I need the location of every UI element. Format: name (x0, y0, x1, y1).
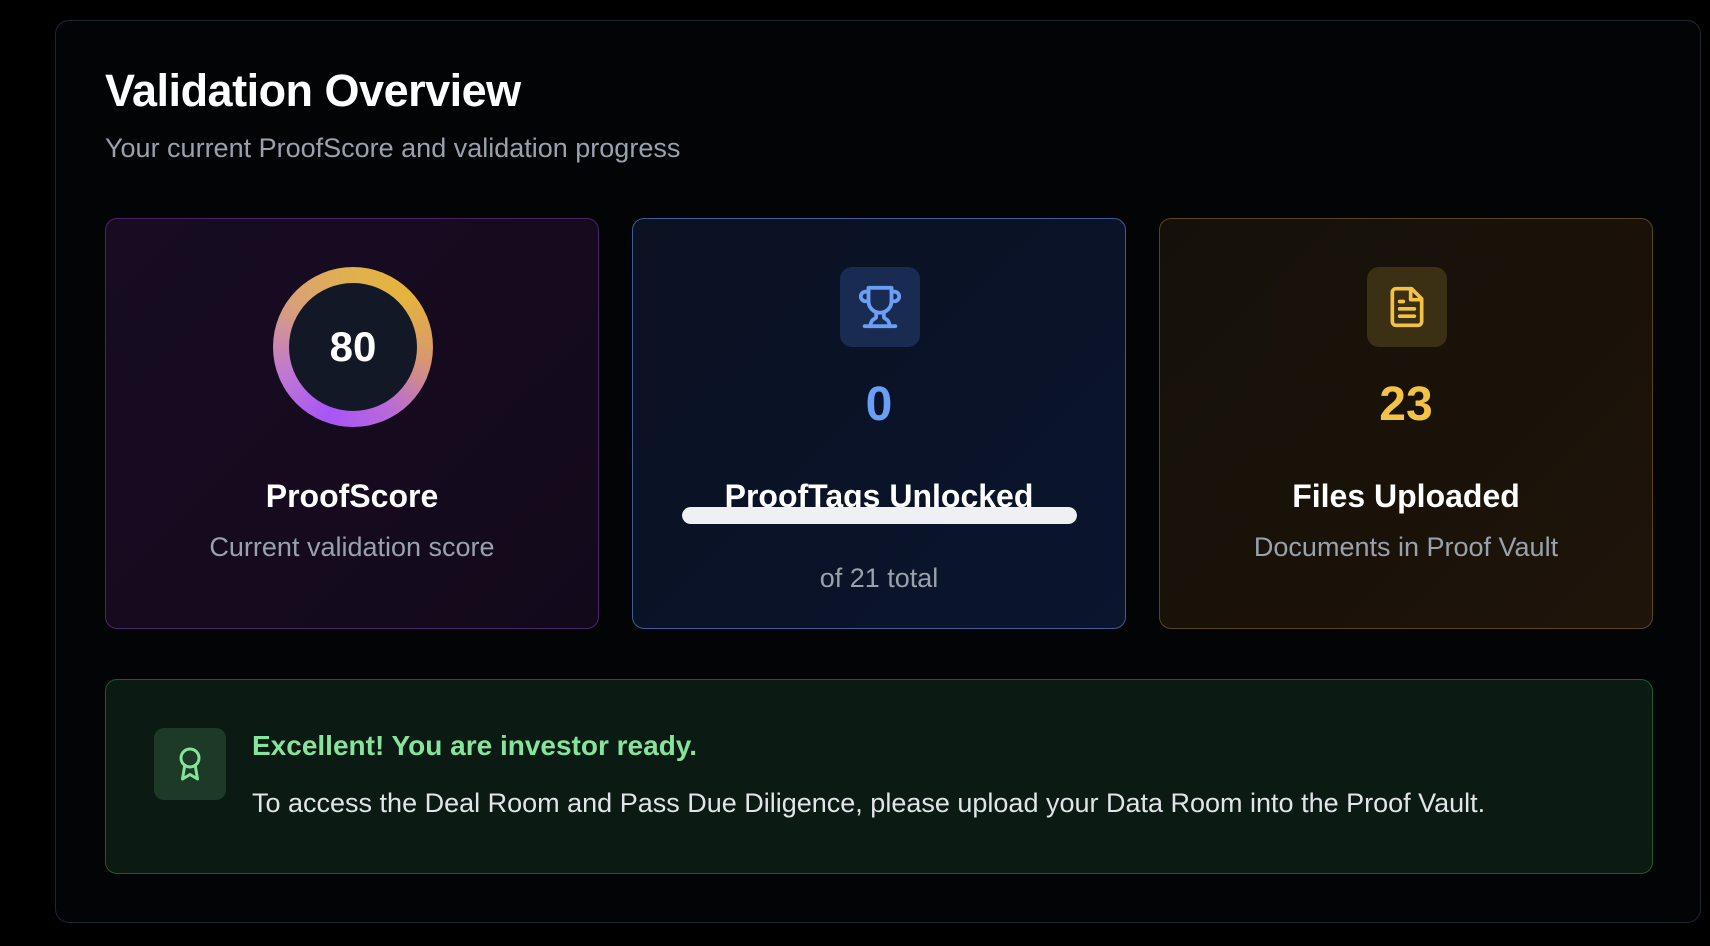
banner-message: To access the Deal Room and Pass Due Dil… (252, 788, 1486, 818)
proofscore-label: ProofScore (265, 478, 439, 514)
proofscore-value: 80 (289, 283, 417, 411)
prooftags-total: of 21 total (819, 563, 939, 593)
files-description: Documents in Proof Vault (1253, 532, 1559, 562)
award-icon (154, 728, 226, 800)
document-icon (1367, 267, 1447, 347)
prooftags-progress-fill (682, 507, 1077, 524)
prooftags-progress-bar (682, 507, 1077, 524)
investor-ready-banner: Excellent! You are investor ready. To ac… (105, 679, 1653, 874)
proofscore-card: 80 ProofScore Current validation score (105, 218, 599, 629)
page-subtitle: Your current ProofScore and validation p… (105, 133, 681, 163)
proofscore-ring: 80 (273, 267, 433, 427)
banner-title: Excellent! You are investor ready. (252, 730, 698, 761)
proofscore-description: Current validation score (209, 532, 495, 562)
files-label: Files Uploaded (1292, 478, 1520, 514)
prooftags-card: 0 ProofTags Unlocked of 21 total (632, 218, 1126, 629)
trophy-icon (840, 267, 920, 347)
page-title: Validation Overview (105, 65, 521, 116)
files-card: 23 Files Uploaded Documents in Proof Vau… (1159, 218, 1653, 629)
prooftags-count: 0 (865, 378, 893, 431)
files-count: 23 (1379, 378, 1433, 431)
validation-overview-panel: Validation Overview Your current ProofSc… (55, 20, 1701, 923)
